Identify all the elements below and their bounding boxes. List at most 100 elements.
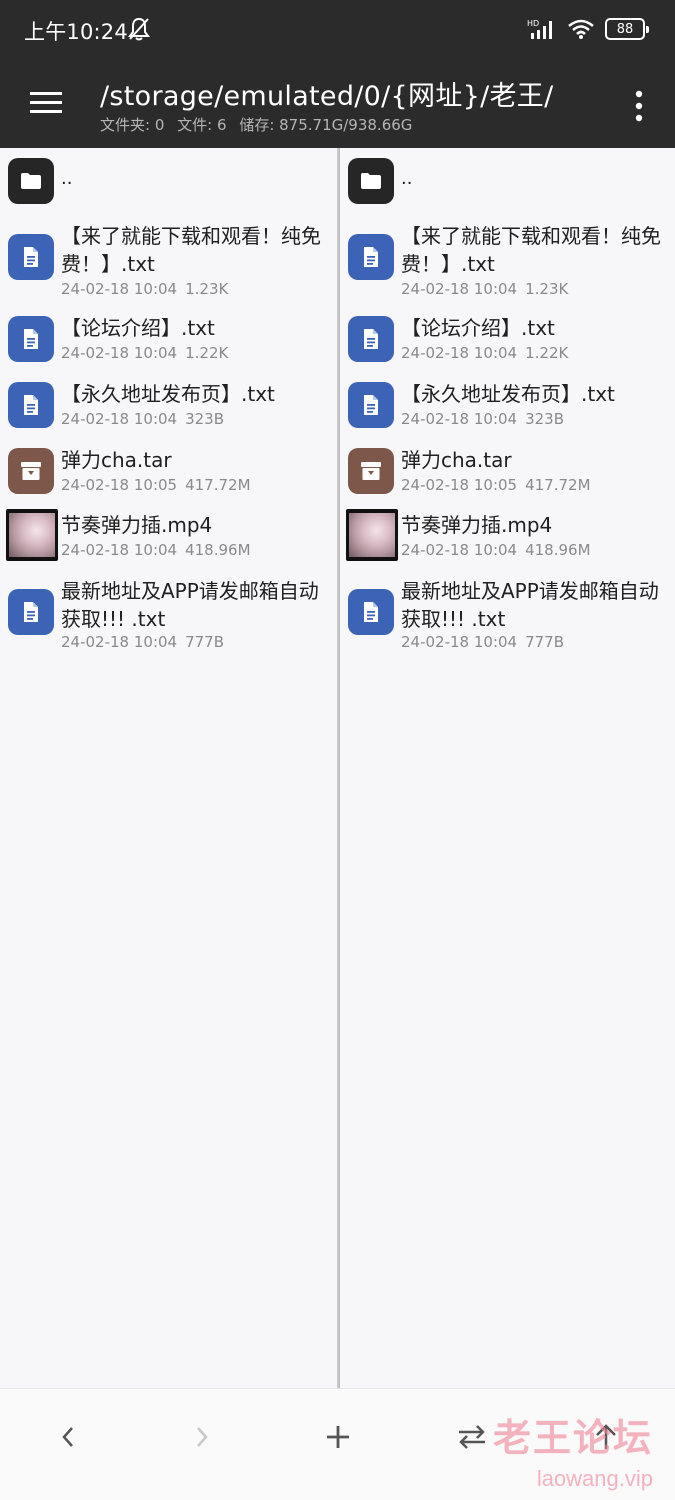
file-name: 【永久地址发布页】.txt xyxy=(61,382,275,406)
file-name: 【来了就能下载和观看！纯免费！】.txt xyxy=(401,224,661,276)
file-date: 24-02-18 10:04 xyxy=(401,344,518,362)
more-options-icon[interactable] xyxy=(631,86,647,126)
watermark: 老王论坛 laowang.vip xyxy=(493,1407,653,1492)
document-icon xyxy=(8,382,54,428)
file-date: 24-02-18 10:04 xyxy=(61,344,178,362)
parent-folder-label: .. xyxy=(401,168,413,189)
file-row[interactable]: 节奏弹力插.mp4 24-02-18 10:04 418.96M xyxy=(0,509,337,565)
file-size: 1.22K xyxy=(185,344,229,362)
chevron-right-icon xyxy=(197,1427,208,1447)
document-icon xyxy=(348,382,394,428)
file-size: 323B xyxy=(185,410,225,428)
status-bar: 上午10:24 HD 88 xyxy=(0,0,675,62)
file-name: 【论坛介绍】.txt xyxy=(401,316,555,340)
document-icon xyxy=(348,234,394,280)
file-size: 418.96M xyxy=(525,541,591,559)
video-thumbnail xyxy=(6,509,58,561)
file-date: 24-02-18 10:05 xyxy=(61,476,178,494)
file-date: 24-02-18 10:04 xyxy=(61,541,178,559)
file-row[interactable]: 节奏弹力插.mp4 24-02-18 10:04 418.96M xyxy=(340,509,675,565)
status-icons: HD 88 xyxy=(527,18,649,40)
back-button[interactable] xyxy=(48,1417,88,1457)
file-meta: 24-02-18 10:04 1.22K xyxy=(401,344,568,362)
watermark-text: 老王论坛 xyxy=(492,1416,653,1460)
watermark-url: laowang.vip xyxy=(536,1466,653,1491)
file-name: 弹力cha.tar xyxy=(401,448,512,472)
folder-icon xyxy=(8,158,54,204)
file-meta: 24-02-18 10:04 418.96M xyxy=(401,541,591,559)
file-meta: 24-02-18 10:04 323B xyxy=(401,410,564,428)
file-row[interactable]: 【来了就能下载和观看！纯免费！】.txt 24-02-18 10:04 1.23K xyxy=(0,220,337,302)
document-icon xyxy=(8,234,54,280)
file-row[interactable]: 最新地址及APP请发邮箱自动获取!!! .txt 24-02-18 10:04 7… xyxy=(0,575,337,657)
file-meta: 24-02-18 10:05 417.72M xyxy=(401,476,591,494)
parent-folder-label: .. xyxy=(61,168,73,189)
thumbnail-image xyxy=(349,513,395,557)
file-meta: 24-02-18 10:04 1.22K xyxy=(61,344,228,362)
file-meta: 24-02-18 10:05 417.72M xyxy=(61,476,251,494)
file-size: 323B xyxy=(525,410,565,428)
file-name: 弹力cha.tar xyxy=(61,448,172,472)
file-row[interactable]: 【永久地址发布页】.txt 24-02-18 10:04 323B xyxy=(340,378,675,434)
document-icon xyxy=(348,316,394,362)
bottom-action-bar: 老王论坛 laowang.vip xyxy=(0,1388,675,1500)
file-row[interactable]: 最新地址及APP请发邮箱自动获取!!! .txt 24-02-18 10:04 7… xyxy=(340,575,675,657)
file-name: 最新地址及APP请发邮箱自动获取!!! .txt xyxy=(61,579,319,631)
file-name: 【永久地址发布页】.txt xyxy=(401,382,615,406)
file-date: 24-02-18 10:04 xyxy=(61,280,178,298)
battery-indicator: 88 xyxy=(605,18,649,40)
file-date: 24-02-18 10:05 xyxy=(401,476,518,494)
file-date: 24-02-18 10:04 xyxy=(401,633,518,651)
file-size: 1.23K xyxy=(525,280,569,298)
swap-icon xyxy=(459,1425,485,1449)
file-row[interactable]: 【论坛介绍】.txt 24-02-18 10:04 1.22K xyxy=(340,312,675,368)
thumbnail-image xyxy=(9,513,55,557)
folder-icon xyxy=(348,158,394,204)
file-meta: 24-02-18 10:04 777B xyxy=(61,633,224,651)
path-info: 文件夹: 0 文件: 6 储存: 875.71G/938.66G xyxy=(100,114,420,135)
file-row[interactable]: 弹力cha.tar 24-02-18 10:05 417.72M xyxy=(340,444,675,500)
forward-button[interactable] xyxy=(182,1417,222,1457)
add-button[interactable] xyxy=(318,1417,358,1457)
folder-count: 文件夹: 0 xyxy=(100,116,165,134)
file-date: 24-02-18 10:04 xyxy=(401,280,518,298)
bell-off-icon xyxy=(128,17,150,41)
file-name: 【来了就能下载和观看！纯免费！】.txt xyxy=(61,224,321,276)
file-meta: 24-02-18 10:04 418.96M xyxy=(61,541,251,559)
document-icon xyxy=(8,316,54,362)
video-thumbnail xyxy=(346,509,398,561)
file-name: 节奏弹力插.mp4 xyxy=(61,513,213,537)
file-meta: 24-02-18 10:04 323B xyxy=(61,410,224,428)
file-size: 418.96M xyxy=(185,541,251,559)
menu-icon[interactable] xyxy=(28,84,64,120)
swap-panes-button[interactable] xyxy=(452,1417,492,1457)
wifi-icon xyxy=(568,19,594,39)
file-row[interactable]: 【论坛介绍】.txt 24-02-18 10:04 1.22K xyxy=(0,312,337,368)
file-name: 最新地址及APP请发邮箱自动获取!!! .txt xyxy=(401,579,659,631)
file-date: 24-02-18 10:04 xyxy=(61,633,178,651)
document-icon xyxy=(8,589,54,635)
plus-icon xyxy=(327,1426,349,1448)
file-name: 节奏弹力插.mp4 xyxy=(401,513,553,537)
status-time: 上午10:24 xyxy=(24,20,128,44)
archive-icon xyxy=(348,448,394,494)
file-date: 24-02-18 10:04 xyxy=(61,410,178,428)
file-size: 1.23K xyxy=(185,280,229,298)
parent-folder-row[interactable]: .. xyxy=(0,156,337,206)
file-date: 24-02-18 10:04 xyxy=(401,541,518,559)
signal-icon: HD xyxy=(527,19,552,39)
current-path: /storage/emulated/0/{网址}/老王/ xyxy=(100,81,554,112)
svg-text:HD: HD xyxy=(527,19,539,28)
file-row[interactable]: 【永久地址发布页】.txt 24-02-18 10:04 323B xyxy=(0,378,337,434)
file-meta: 24-02-18 10:04 1.23K xyxy=(61,280,228,298)
file-size: 777B xyxy=(525,633,565,651)
file-name: 【论坛介绍】.txt xyxy=(61,316,215,340)
file-row[interactable]: 【来了就能下载和观看！纯免费！】.txt 24-02-18 10:04 1.23K xyxy=(340,220,675,302)
archive-icon xyxy=(8,448,54,494)
parent-folder-row[interactable]: .. xyxy=(340,156,675,206)
file-size: 777B xyxy=(185,633,225,651)
file-meta: 24-02-18 10:04 1.23K xyxy=(401,280,568,298)
app-toolbar: /storage/emulated/0/{网址}/老王/ 文件夹: 0 文件: … xyxy=(0,62,675,148)
file-row[interactable]: 弹力cha.tar 24-02-18 10:05 417.72M xyxy=(0,444,337,500)
file-pane-right: .. 【来了就能下载和观看！纯免费！】.txt 24-02-18 10:04 1.… xyxy=(340,148,675,1388)
